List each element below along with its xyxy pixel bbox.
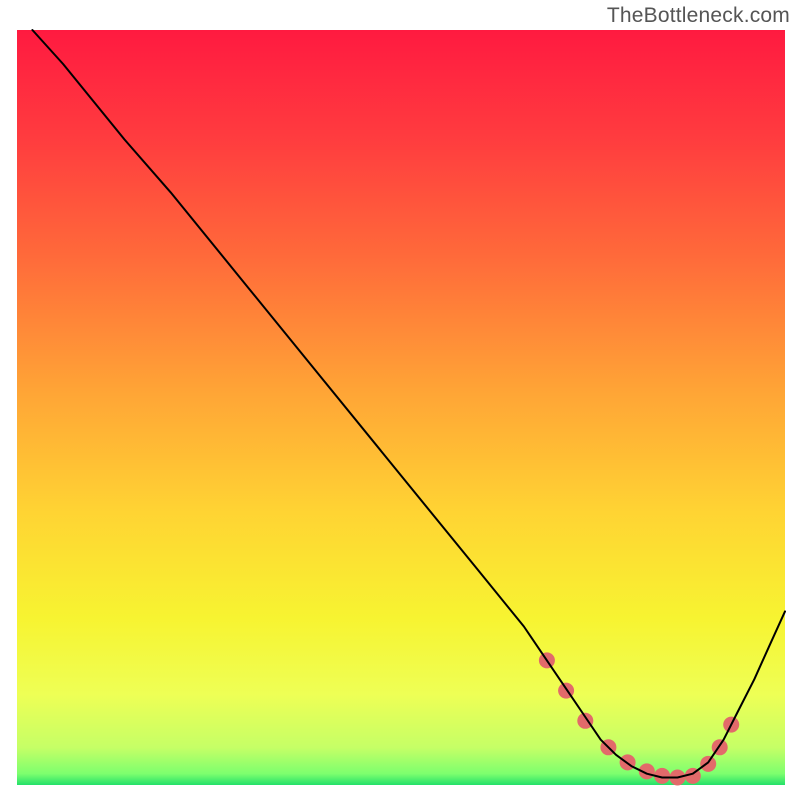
- chart-plot: [0, 0, 800, 800]
- watermark-text: TheBottleneck.com: [607, 4, 790, 28]
- chart-container: TheBottleneck.com: [0, 0, 800, 800]
- highlight-dot: [700, 756, 716, 772]
